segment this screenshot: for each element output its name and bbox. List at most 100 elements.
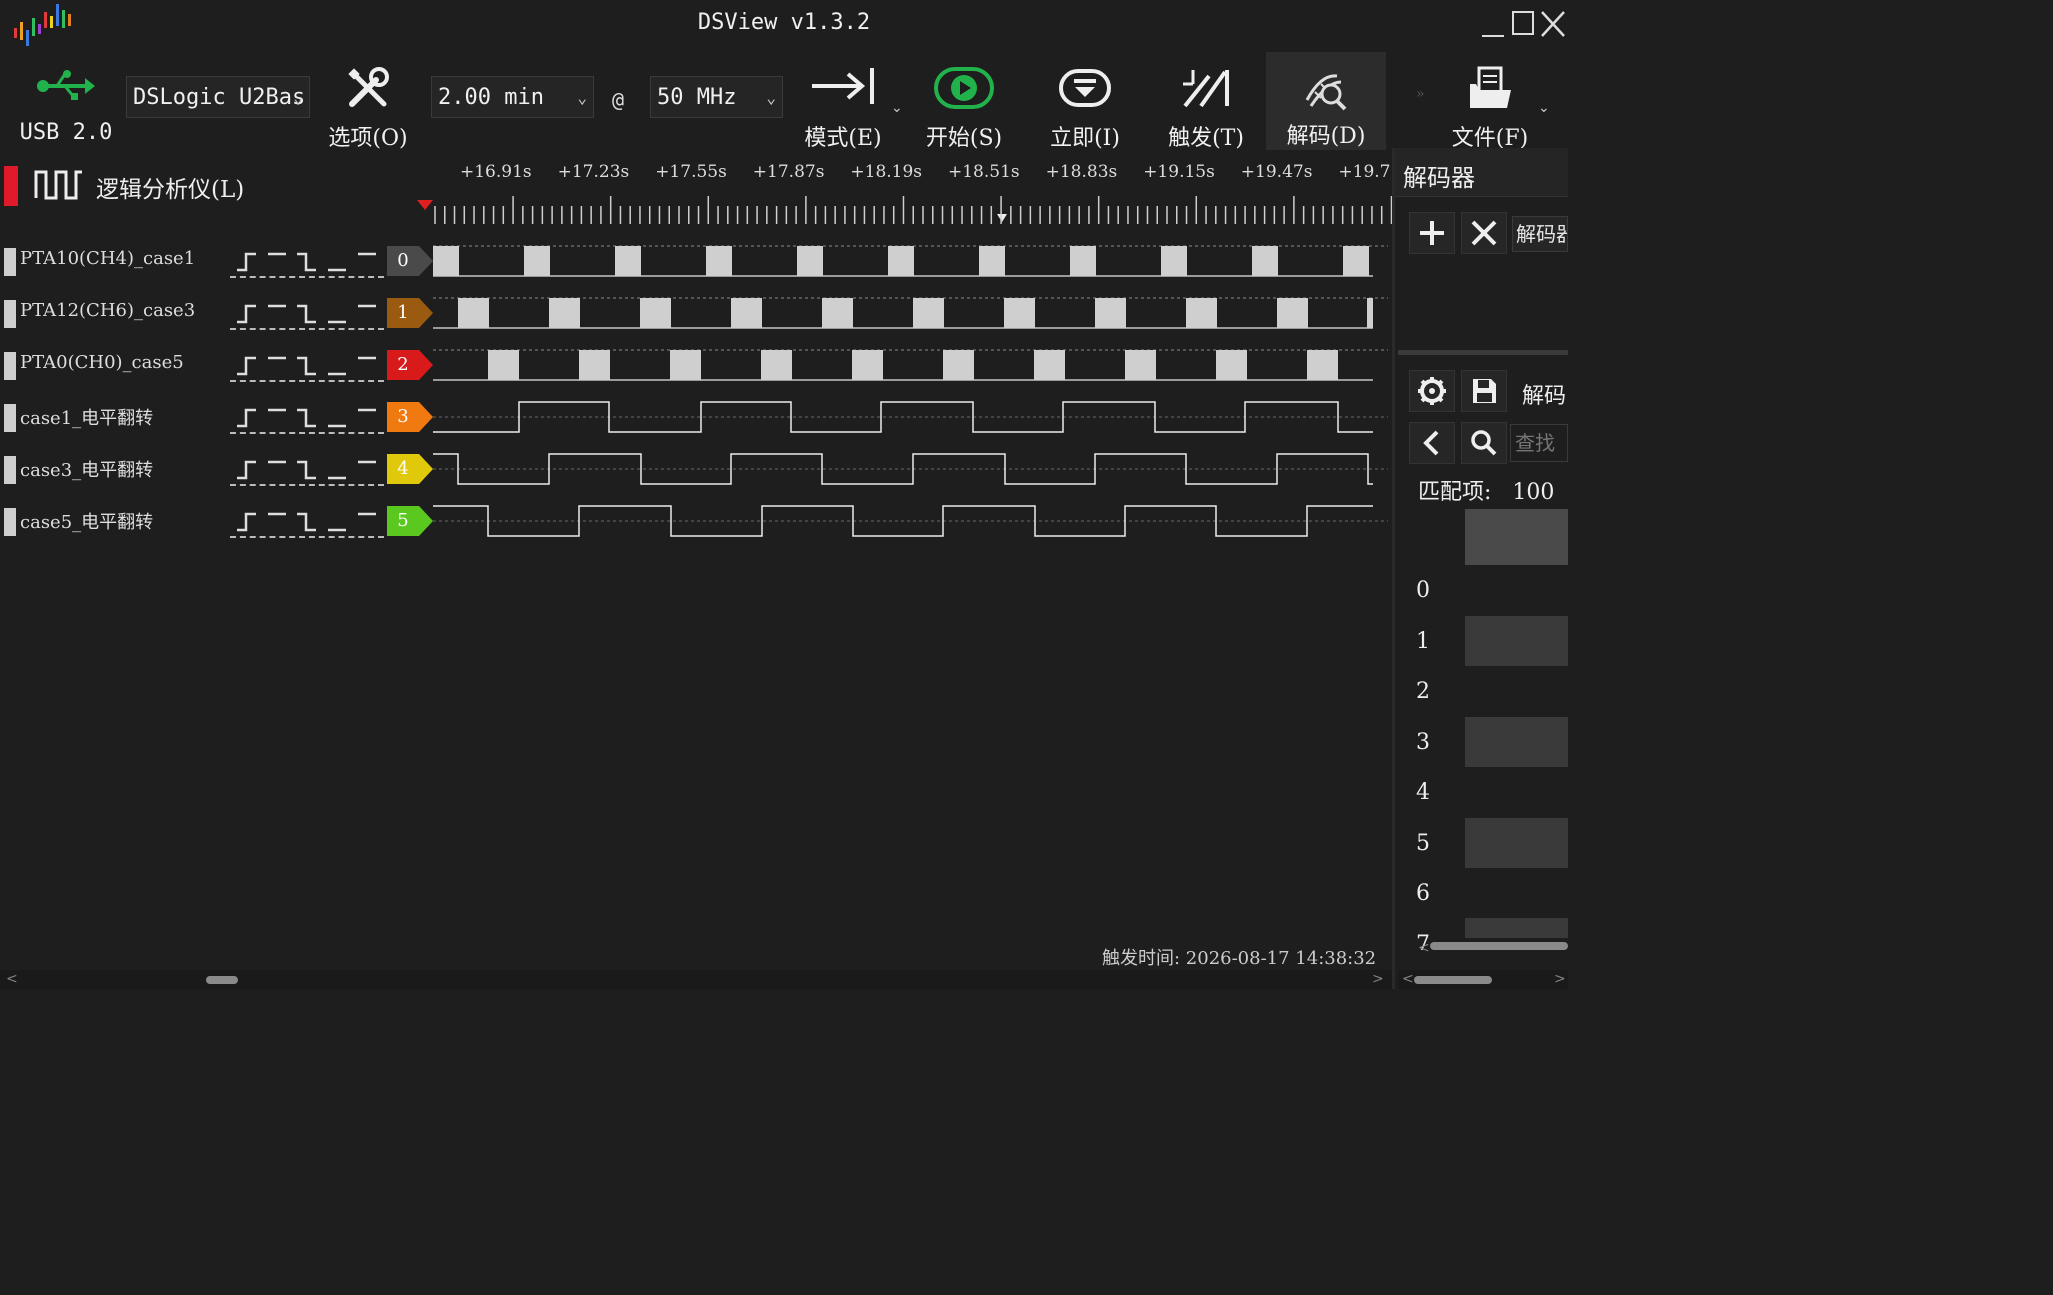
rising-edge-trigger-icon[interactable] (234, 458, 260, 482)
duration-select[interactable]: 2.00 min ⌄ (431, 76, 594, 118)
channel-drag-handle[interactable] (4, 248, 16, 276)
search-input[interactable] (1510, 424, 1568, 462)
low-level-trigger-icon[interactable] (324, 302, 350, 326)
rising-edge-trigger-icon[interactable] (234, 302, 260, 326)
waveform-area[interactable] (433, 238, 1393, 548)
scrollbar-thumb[interactable] (206, 976, 238, 984)
any-edge-trigger-icon[interactable] (354, 354, 380, 378)
mode-arrow-icon (812, 68, 874, 104)
low-level-trigger-icon[interactable] (324, 250, 350, 274)
device-select[interactable]: DSLogic U2Bas ⌄ (126, 76, 310, 118)
channel-drag-handle[interactable] (4, 300, 16, 328)
any-edge-trigger-icon[interactable] (354, 458, 380, 482)
instant-button[interactable]: 立即(I) (1035, 56, 1135, 151)
signal-pulse (488, 350, 519, 380)
minimize-button[interactable] (1478, 6, 1508, 40)
falling-edge-trigger-icon[interactable] (294, 458, 320, 482)
rising-edge-trigger-icon[interactable] (234, 354, 260, 378)
any-edge-trigger-icon[interactable] (354, 510, 380, 534)
decode-row-cell[interactable] (1465, 918, 1568, 938)
falling-edge-trigger-icon[interactable] (294, 250, 320, 274)
panel-scroll-left-icon[interactable]: < (1418, 940, 1430, 956)
options-button[interactable]: 选项(O) (318, 56, 418, 151)
any-edge-trigger-icon[interactable] (354, 250, 380, 274)
decoder-select[interactable]: 解码器 (1512, 216, 1568, 252)
high-level-trigger-icon[interactable] (264, 510, 290, 534)
signal-pulse (549, 298, 580, 328)
maximize-button[interactable] (1508, 6, 1538, 40)
file-dropdown-icon[interactable]: ⌄ (1538, 100, 1550, 116)
ruler-tick-label: +18.51s (948, 162, 1020, 182)
close-button[interactable] (1538, 6, 1568, 40)
toolbar-overflow-icon[interactable]: » (1416, 86, 1425, 102)
low-level-trigger-icon[interactable] (324, 458, 350, 482)
signal-pulse (670, 350, 701, 380)
scroll-right-icon[interactable]: > (1372, 971, 1384, 987)
high-level-trigger-icon[interactable] (264, 458, 290, 482)
remove-decoder-button[interactable] (1461, 212, 1507, 254)
panel-scroll-left2-icon[interactable]: < (1402, 971, 1414, 987)
low-level-trigger-icon[interactable] (324, 510, 350, 534)
rising-edge-trigger-icon[interactable] (234, 250, 260, 274)
search-button[interactable] (1461, 422, 1507, 464)
channel-drag-handle[interactable] (4, 404, 16, 432)
trigger-button[interactable]: 触发(T) (1156, 56, 1256, 151)
add-decoder-button[interactable] (1409, 212, 1455, 254)
mode-button[interactable]: 模式(E) (795, 56, 891, 151)
channel-name[interactable]: PTA10(CH4)_case1 (20, 248, 195, 269)
play-icon (934, 67, 994, 109)
signal-pulse (1277, 298, 1308, 328)
channel-name[interactable]: PTA12(CH6)_case3 (20, 300, 195, 321)
panel-scrollbar-thumb[interactable] (1414, 976, 1492, 984)
high-level-trigger-icon[interactable] (264, 406, 290, 430)
rising-edge-trigger-icon[interactable] (234, 406, 260, 430)
low-level-trigger-icon[interactable] (324, 406, 350, 430)
high-level-trigger-icon[interactable] (264, 250, 290, 274)
decoder-settings-button[interactable] (1409, 370, 1455, 412)
scroll-left-icon[interactable]: < (6, 971, 18, 987)
decode-button[interactable]: 解码(D) (1266, 52, 1386, 150)
usb-label: USB 2.0 (19, 120, 113, 145)
channel-name[interactable]: case3_电平翻转 (20, 456, 153, 482)
panel-splitter[interactable] (1398, 350, 1568, 355)
search-icon (1471, 430, 1497, 456)
channel-index: 5 (397, 510, 409, 531)
panel-table-scrollbar-thumb[interactable] (1430, 942, 1568, 950)
file-button[interactable]: 文件(F) (1440, 56, 1540, 151)
panel-scroll-right-icon[interactable]: > (1554, 971, 1566, 987)
signal-pulse (579, 350, 610, 380)
high-level-trigger-icon[interactable] (264, 354, 290, 378)
rising-edge-trigger-icon[interactable] (234, 510, 260, 534)
low-level-trigger-icon[interactable] (324, 354, 350, 378)
any-edge-trigger-icon[interactable] (354, 302, 380, 326)
horizontal-scrollbar[interactable]: < > (0, 970, 1392, 989)
channel-name[interactable]: case5_电平翻转 (20, 508, 153, 534)
falling-edge-trigger-icon[interactable] (294, 406, 320, 430)
any-edge-trigger-icon[interactable] (354, 406, 380, 430)
falling-edge-trigger-icon[interactable] (294, 510, 320, 534)
chevron-down-icon: ⌄ (293, 88, 303, 107)
channel-drag-handle[interactable] (4, 456, 16, 484)
channel-drag-handle[interactable] (4, 508, 16, 536)
decoder-panel-header: 解码器 (1395, 148, 1568, 197)
mode-dropdown-icon[interactable]: ⌄ (891, 100, 903, 116)
channel-drag-handle[interactable] (4, 352, 16, 380)
falling-edge-trigger-icon[interactable] (294, 302, 320, 326)
channel-index-label: 3 (387, 402, 433, 432)
high-level-trigger-icon[interactable] (264, 302, 290, 326)
chevron-down-icon: ⌄ (766, 88, 776, 107)
falling-edge-trigger-icon[interactable] (294, 354, 320, 378)
channel-name[interactable]: PTA0(CH0)_case5 (20, 352, 184, 373)
decode-row-cell[interactable] (1465, 717, 1568, 767)
usb-indicator: USB 2.0 (10, 56, 122, 150)
panel-horizontal-scrollbar[interactable]: < > (1398, 970, 1568, 989)
decode-row-cell[interactable] (1465, 616, 1568, 666)
tools-icon (348, 67, 389, 107)
samplerate-select[interactable]: 50 MHz ⌄ (650, 76, 783, 118)
start-button[interactable]: 开始(S) (914, 56, 1014, 151)
save-decode-button[interactable] (1461, 370, 1507, 412)
channel-name[interactable]: case1_电平翻转 (20, 404, 153, 430)
search-back-button[interactable] (1409, 422, 1455, 464)
decode-row-cell[interactable] (1465, 818, 1568, 868)
time-ruler[interactable] (415, 196, 1395, 226)
